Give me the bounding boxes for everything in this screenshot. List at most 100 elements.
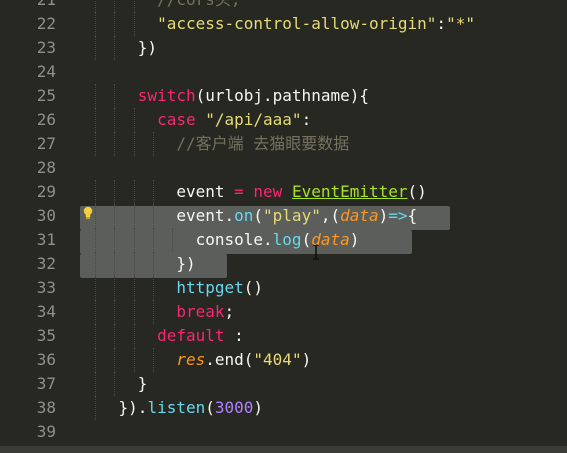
indent-guide (152, 276, 155, 300)
code-line[interactable] (80, 60, 567, 84)
indent-guide (95, 108, 97, 132)
indent-guide (133, 204, 136, 228)
indent-guide (152, 180, 155, 204)
code-line[interactable]: case "/api/aaa": (80, 108, 567, 132)
code-line[interactable]: console.log(data) (80, 228, 567, 252)
indent-guide (114, 12, 116, 36)
code-token-keyword: break (176, 302, 225, 321)
code-token-plain: event (80, 182, 235, 201)
code-token-string: "404" (253, 350, 302, 369)
code-token-plain: : (436, 14, 447, 33)
line-number: 37 (36, 374, 56, 393)
code-token-string: "access-control-allow-origin" (157, 14, 437, 33)
code-line[interactable]: }) (80, 252, 567, 276)
code-line[interactable]: } (80, 372, 567, 396)
code-token-plain: () (407, 182, 427, 201)
code-line[interactable]: default : (80, 324, 567, 348)
line-number: 39 (36, 422, 56, 441)
code-line[interactable]: httpget() (80, 276, 567, 300)
indent-guide (152, 228, 155, 252)
code-token-plain: (urlobj.pathname){ (195, 86, 369, 105)
code-line[interactable]: event.on("play",(data)=>{ (80, 204, 567, 228)
line-number: 29 (36, 182, 56, 201)
code-line[interactable] (80, 420, 567, 444)
code-token-plain: { (407, 206, 418, 225)
code-token-plain: }) (80, 254, 196, 273)
code-line[interactable]: //客户端 去猫眼要数据 (80, 132, 567, 156)
code-token-comment: //cors头, (80, 0, 240, 9)
code-token-plain: ) (253, 398, 264, 417)
code-token-func: httpget (176, 278, 244, 297)
line-number: 31 (36, 230, 56, 249)
code-token-plain: }) (80, 38, 158, 57)
indent-guide (114, 276, 116, 300)
indent-guide (95, 84, 97, 108)
code-token-plain: : (224, 326, 244, 345)
code-token-plain: ( (301, 230, 312, 249)
code-token-plain: console. (80, 230, 273, 249)
code-line[interactable]: //cors头, (80, 0, 567, 12)
code-token-func: on (234, 206, 254, 225)
indent-guide (95, 12, 97, 36)
indent-guide (114, 228, 116, 252)
code-line[interactable]: event = new EventEmitter() (80, 180, 567, 204)
code-editor[interactable]: 21 //cors头, 22 "access-control-allow-orig… (0, 0, 567, 453)
indent-guide (133, 228, 136, 252)
code-token-keyword: = (234, 182, 244, 201)
indent-guide (133, 108, 136, 132)
indent-guide (133, 132, 136, 156)
indent-guide (114, 252, 116, 276)
indent-guide (114, 324, 116, 348)
indent-guide (133, 12, 136, 36)
code-line[interactable] (80, 156, 567, 180)
indent-guide (114, 300, 116, 324)
line-number: 34 (36, 302, 56, 321)
code-token-plain: ; (224, 302, 235, 321)
indent-guide (95, 228, 97, 252)
code-token-plain: : (301, 110, 312, 129)
code-token-string: "play" (263, 206, 321, 225)
line-number: 38 (36, 398, 56, 417)
indent-guide (95, 252, 97, 276)
indent-guide (133, 0, 136, 12)
indent-guide (152, 132, 155, 156)
indent-guide (114, 180, 116, 204)
indent-guide (95, 132, 97, 156)
indent-guide (152, 204, 155, 228)
code-line[interactable]: }) (80, 36, 567, 60)
line-number: 24 (36, 62, 56, 81)
indent-guide (133, 180, 136, 204)
code-line[interactable]: res.end("404") (80, 348, 567, 372)
line-number: 22 (36, 14, 56, 33)
line-number: 30 (36, 206, 56, 225)
code-token-func: listen (147, 398, 206, 417)
indent-guide (114, 132, 116, 156)
line-number: 23 (36, 38, 56, 57)
code-token-plain: ) (378, 206, 389, 225)
indent-guide (152, 252, 155, 276)
indent-guide (95, 0, 97, 12)
code-token-string: "/api/aaa" (205, 110, 302, 129)
code-token-keyword: new (253, 182, 283, 201)
code-token-param: data (311, 230, 350, 249)
indent-guide (133, 252, 136, 276)
code-token-plain: event. (80, 206, 235, 225)
indent-guide (133, 276, 136, 300)
indent-guide (152, 300, 155, 324)
code-line[interactable]: break; (80, 300, 567, 324)
indent-guide (95, 204, 97, 228)
indent-guide (95, 324, 97, 348)
code-line[interactable]: "access-control-allow-origin":"*" (80, 12, 567, 36)
code-token-plain: ,( (320, 206, 341, 225)
code-token-plain: }). (80, 398, 148, 417)
indent-guide (114, 0, 116, 12)
code-line[interactable]: }).listen(3000) (80, 396, 567, 420)
code-token-plain: ) (349, 230, 360, 249)
line-number: 33 (36, 278, 56, 297)
code-line[interactable]: switch(urlobj.pathname){ (80, 84, 567, 108)
line-number: 25 (36, 86, 56, 105)
code-token-class: EventEmitter (291, 182, 408, 201)
